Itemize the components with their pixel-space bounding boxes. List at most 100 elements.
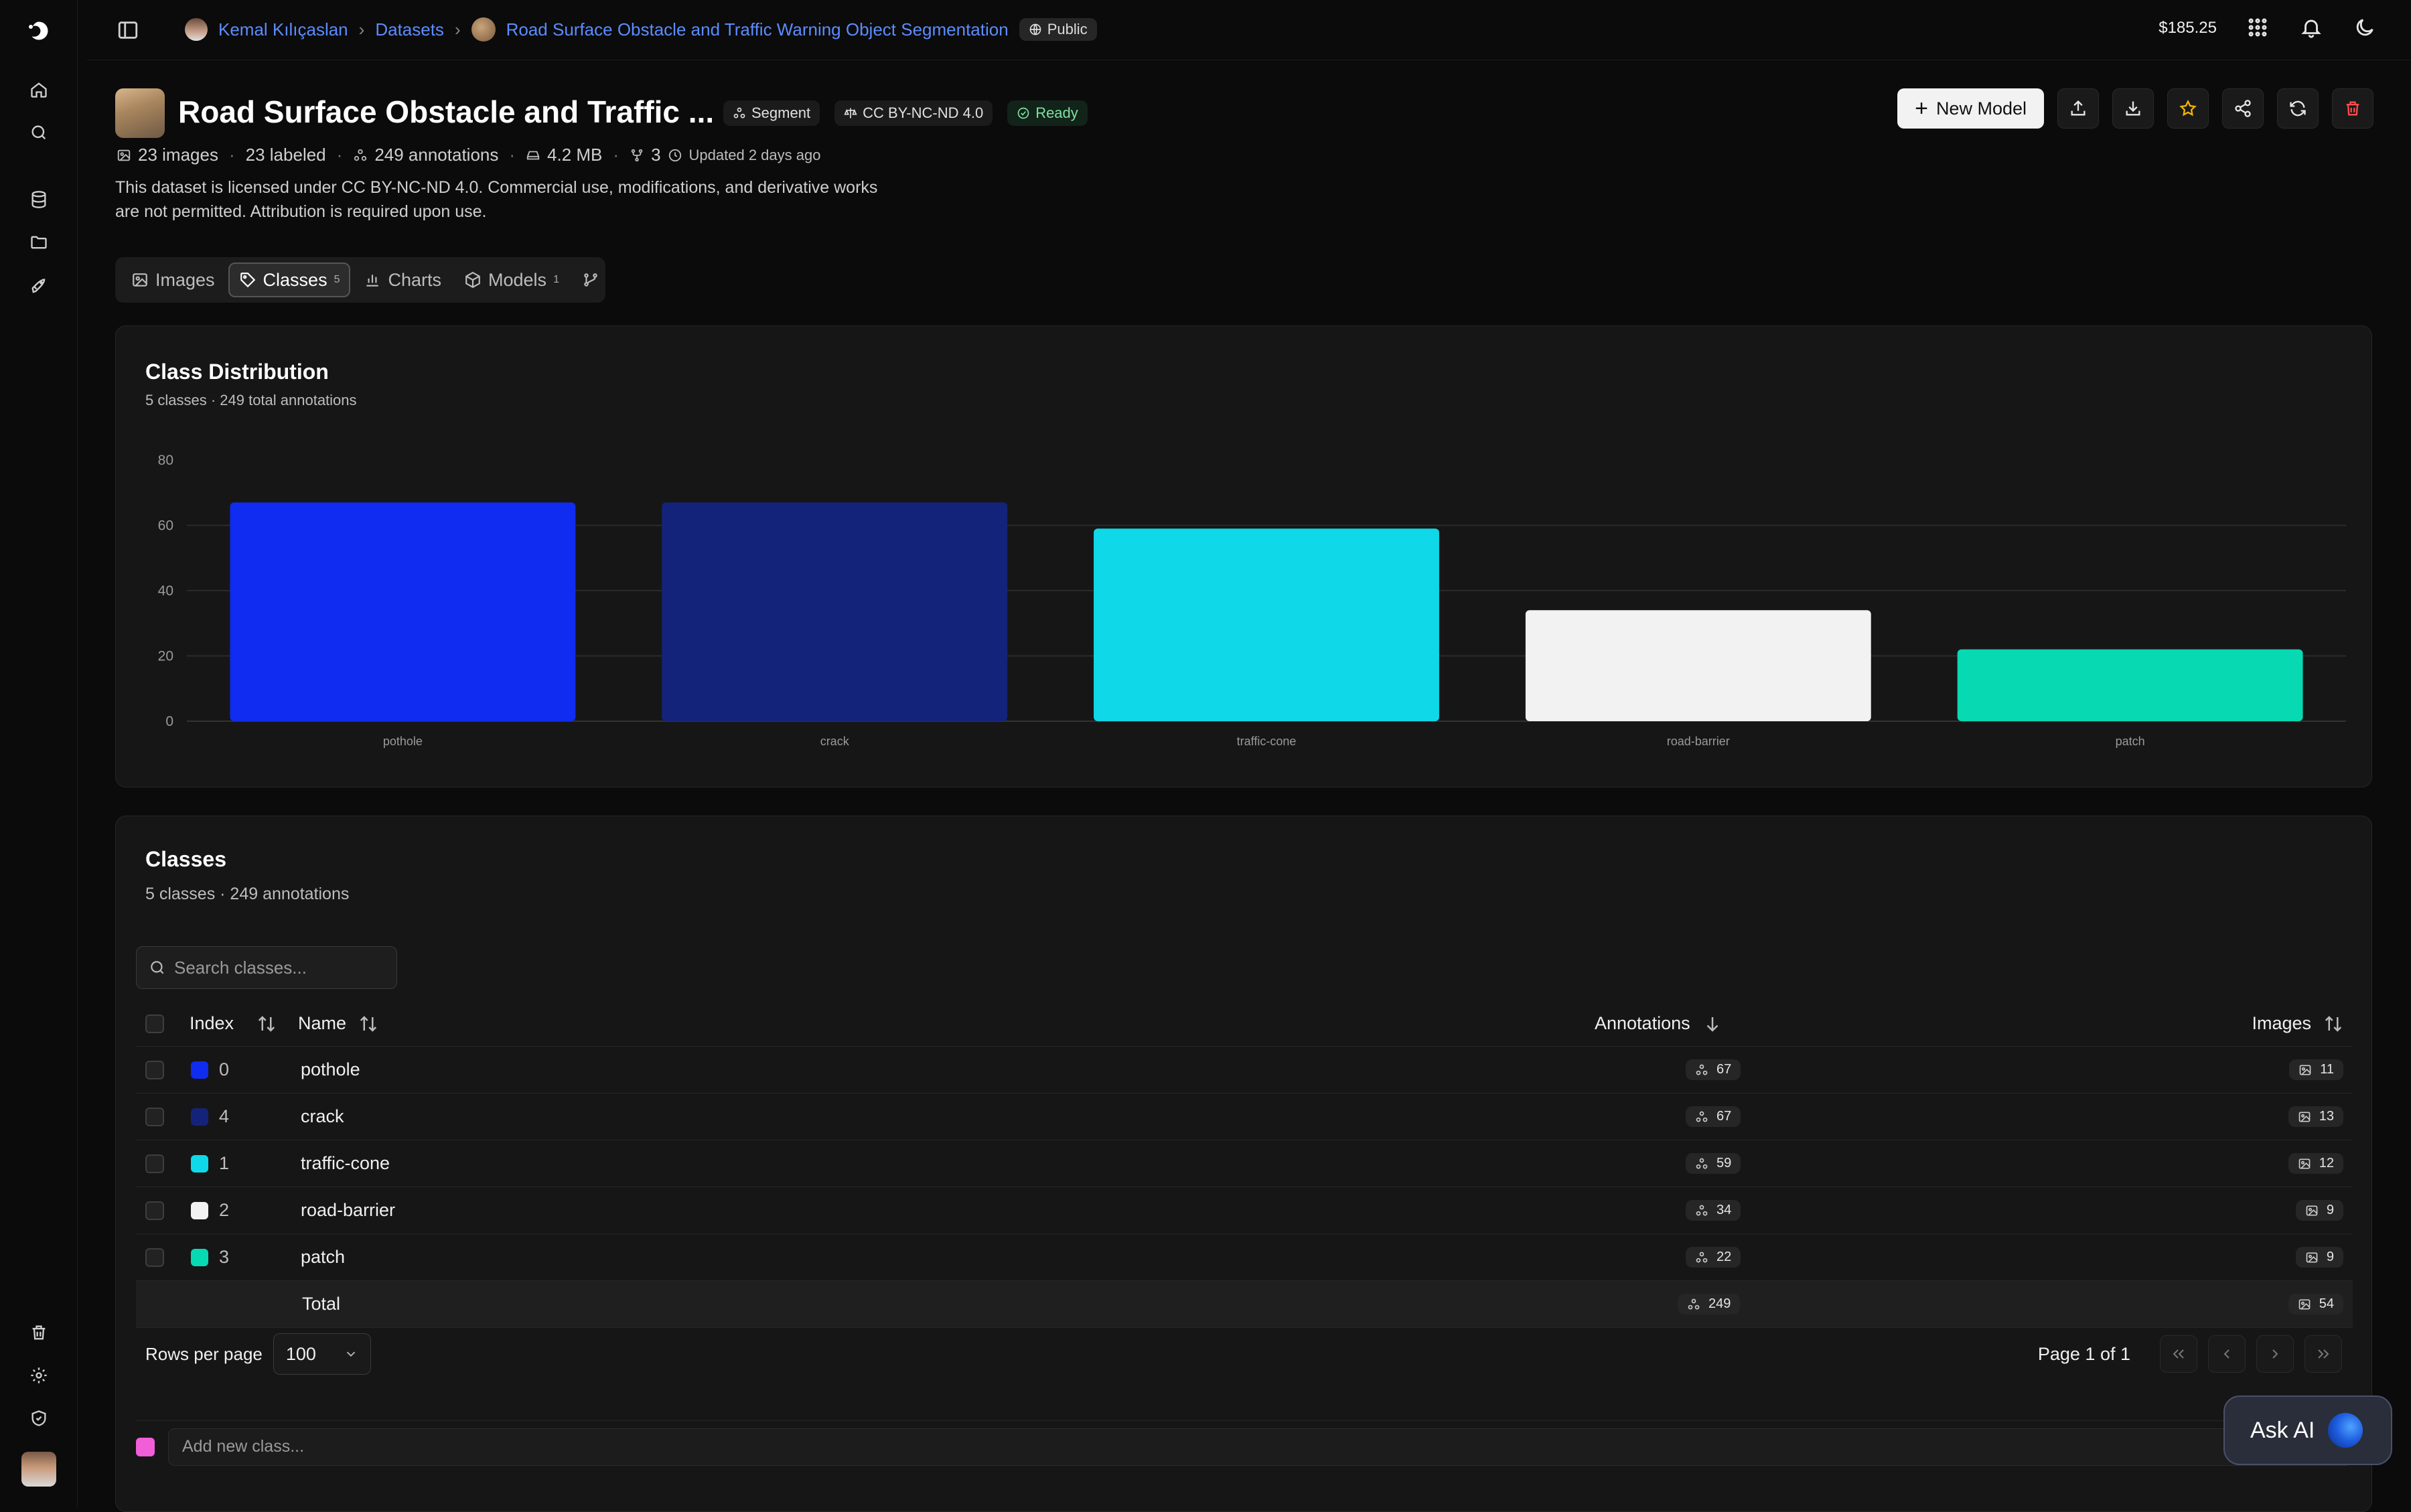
column-name[interactable]: Name: [298, 1013, 378, 1034]
images-value: 9: [2326, 1203, 2334, 1217]
meta-forks: 3: [651, 145, 661, 165]
credit-balance[interactable]: $185.25: [2159, 19, 2217, 37]
add-class-input[interactable]: [182, 1437, 1522, 1456]
new-model-button[interactable]: + New Model: [1897, 88, 2044, 129]
class-color-swatch[interactable]: [191, 1061, 208, 1079]
class-name[interactable]: traffic-cone: [301, 1153, 390, 1174]
user-avatar[interactable]: [21, 1452, 56, 1487]
row-checkbox[interactable]: [145, 1107, 164, 1126]
class-color-swatch[interactable]: [191, 1108, 208, 1126]
column-images[interactable]: Images: [2252, 1013, 2343, 1034]
table-row[interactable]: 4 crack 67 13: [136, 1093, 2353, 1140]
table-row[interactable]: 2 road-barrier 34 9: [136, 1187, 2353, 1234]
moon-icon[interactable]: [2353, 16, 2378, 40]
class-color-swatch[interactable]: [191, 1154, 208, 1173]
class-name[interactable]: pothole: [301, 1059, 360, 1080]
delete-button[interactable]: [2332, 88, 2373, 129]
row-checkbox[interactable]: [145, 1248, 164, 1267]
prev-page-button[interactable]: [2208, 1335, 2246, 1373]
star-button[interactable]: [2167, 88, 2209, 129]
folder-icon[interactable]: [25, 229, 52, 256]
sort-icon: [2325, 1015, 2342, 1032]
chevron-left-icon: [2223, 1349, 2230, 1359]
rocket-icon[interactable]: [25, 273, 52, 300]
class-name[interactable]: crack: [301, 1106, 344, 1127]
bar-patch[interactable]: [1957, 649, 2303, 721]
tab-label: Images: [155, 269, 215, 290]
class-search-input[interactable]: [174, 957, 388, 978]
annotations-value: 34: [1716, 1203, 1732, 1217]
home-icon[interactable]: [25, 76, 52, 103]
bell-icon[interactable]: [2300, 16, 2324, 40]
refresh-button[interactable]: [2277, 88, 2319, 129]
tab-classes[interactable]: Classes 5: [228, 262, 351, 297]
total-annotations-pill: 249: [1678, 1294, 1741, 1314]
tab-count: 1: [553, 274, 559, 285]
breadcrumb-user[interactable]: Kemal Kılıçaslan: [218, 19, 348, 40]
add-class-field[interactable]: [168, 1428, 2351, 1466]
search-icon[interactable]: [25, 119, 52, 146]
app-logo-icon[interactable]: [25, 17, 52, 44]
annotations-pill: 67: [1686, 1106, 1741, 1127]
class-name[interactable]: road-barrier: [301, 1200, 395, 1221]
row-checkbox[interactable]: [145, 1154, 164, 1173]
table-row[interactable]: 0 pothole 67 11: [136, 1047, 2353, 1093]
images-value: 9: [2326, 1250, 2334, 1264]
apps-grid-icon[interactable]: [2246, 16, 2270, 40]
breadcrumb-datasets[interactable]: Datasets: [375, 19, 444, 40]
new-model-label: New Model: [1935, 98, 2027, 119]
table-row[interactable]: 3 patch 22 9: [136, 1234, 2353, 1281]
breadcrumb-dataset[interactable]: Road Surface Obstacle and Traffic Warnin…: [506, 19, 1009, 40]
image-icon: [2306, 1252, 2318, 1262]
select-all-checkbox[interactable]: [145, 1014, 164, 1033]
tab-images[interactable]: Images: [122, 262, 224, 297]
license-badge: CC BY-NC-ND 4.0: [834, 100, 993, 126]
class-index-value: 2: [219, 1200, 230, 1220]
ask-ai-button[interactable]: Ask AI: [2223, 1395, 2392, 1465]
class-color-swatch[interactable]: [191, 1248, 208, 1266]
column-index[interactable]: Index: [190, 1013, 277, 1034]
database-icon[interactable]: [25, 186, 52, 213]
class-images: 9: [2295, 1200, 2343, 1221]
bar-crack[interactable]: [662, 502, 1008, 721]
annotations-pill: 67: [1686, 1059, 1741, 1080]
tab-versions[interactable]: [573, 262, 609, 297]
new-class-color-swatch[interactable]: [136, 1437, 155, 1456]
table-row[interactable]: 1 traffic-cone 59 12: [136, 1140, 2353, 1187]
images-value: 13: [2319, 1109, 2334, 1124]
tab-models[interactable]: Models 1: [455, 262, 569, 297]
fork-icon: [631, 149, 643, 161]
settings-gear-icon[interactable]: [25, 1362, 52, 1389]
bar-road-barrier[interactable]: [1525, 610, 1871, 721]
row-checkbox[interactable]: [145, 1060, 164, 1079]
bar-pothole[interactable]: [230, 502, 576, 721]
download-button[interactable]: [2112, 88, 2154, 129]
clock-icon: [668, 149, 681, 161]
total-annotations: 249: [1678, 1294, 1741, 1314]
first-page-button[interactable]: [2160, 1335, 2197, 1373]
bar-traffic-cone[interactable]: [1094, 528, 1439, 721]
tab-charts[interactable]: Charts: [354, 262, 451, 297]
page-title: Road Surface Obstacle and Traffic ...: [178, 94, 715, 129]
shield-icon[interactable]: [25, 1405, 52, 1432]
next-page-button[interactable]: [2256, 1335, 2294, 1373]
class-name[interactable]: patch: [301, 1247, 345, 1268]
rows-per-page-select[interactable]: 100: [273, 1333, 371, 1375]
class-color-swatch[interactable]: [191, 1201, 208, 1219]
row-checkbox[interactable]: [145, 1201, 164, 1220]
class-index-value: 0: [219, 1059, 230, 1079]
class-search[interactable]: [136, 946, 397, 989]
chevron-right-icon: ›: [358, 19, 365, 40]
y-tick-label: 20: [158, 649, 173, 664]
class-index: 3: [191, 1247, 229, 1268]
x-tick-label: traffic-cone: [1237, 735, 1297, 748]
last-page-button[interactable]: [2305, 1335, 2342, 1373]
task-badge: Segment: [723, 100, 820, 126]
cube-icon: [465, 271, 480, 289]
class-index: 1: [191, 1153, 229, 1174]
column-annotations[interactable]: Annotations: [1595, 1013, 1723, 1034]
share-button[interactable]: [2222, 88, 2264, 129]
sidebar-toggle-icon[interactable]: [117, 19, 139, 42]
trash-icon[interactable]: [25, 1319, 52, 1346]
upload-button[interactable]: [2057, 88, 2099, 129]
